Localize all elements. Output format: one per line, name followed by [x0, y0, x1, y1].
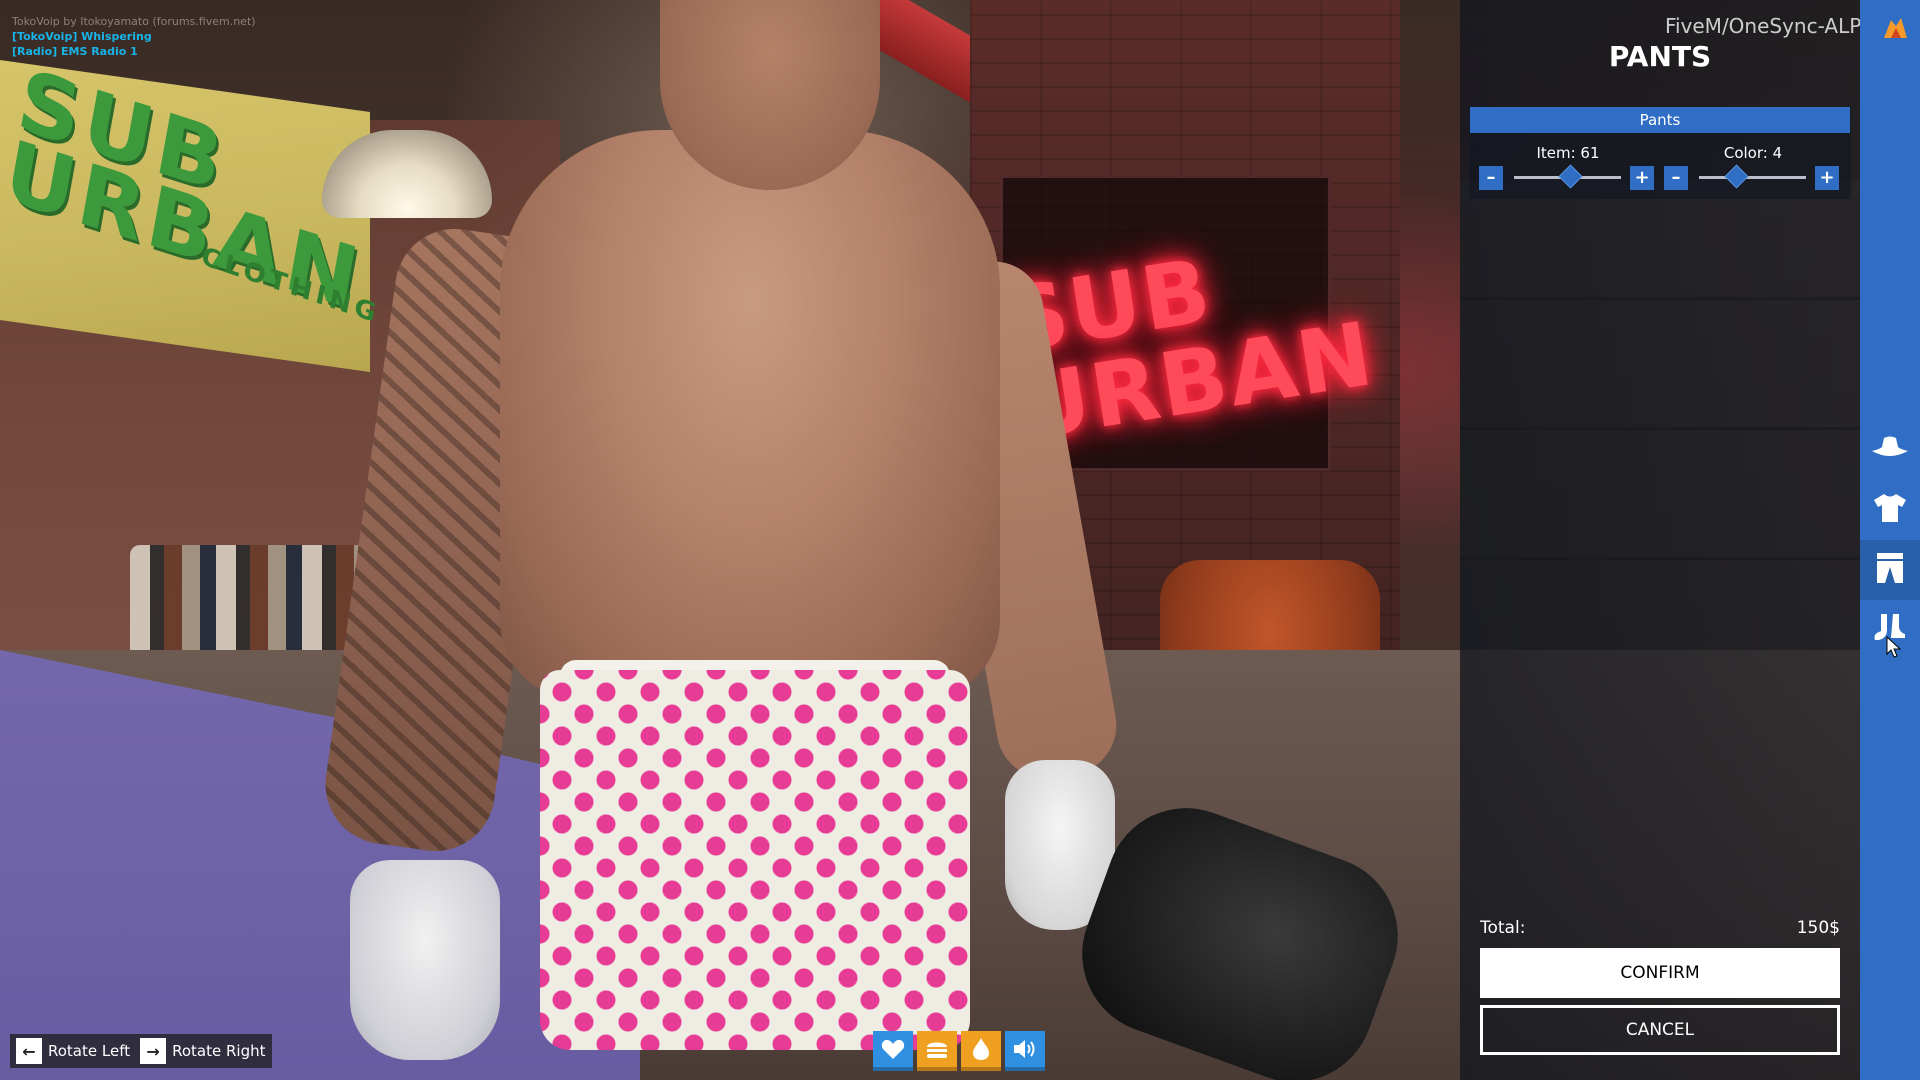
heart-boxers — [540, 670, 970, 1050]
mouse-cursor-icon — [1886, 635, 1902, 662]
tshirt-icon — [1872, 492, 1908, 528]
item-increase-button[interactable]: + — [1630, 166, 1654, 190]
cancel-button[interactable]: CANCEL — [1480, 1005, 1840, 1055]
suburban-banner: SUB URBAN CLOTHING — [0, 51, 382, 373]
category-pants[interactable] — [1860, 540, 1920, 600]
color-slider-track[interactable] — [1699, 176, 1806, 179]
voip-status: TokoVoip by Itokoyamato (forums.fivem.ne… — [12, 14, 256, 59]
voip-whispering: [TokoVoip] Whispering — [12, 30, 152, 43]
burger-icon — [917, 1031, 957, 1071]
total-value: 150$ — [1796, 918, 1840, 938]
category-hat[interactable] — [1860, 420, 1920, 480]
server-name: FiveM/OneSync-ALPHA — [1664, 14, 1890, 38]
category-shirt[interactable] — [1860, 480, 1920, 540]
voip-radio: [Radio] EMS Radio 1 — [12, 45, 138, 58]
rotate-controls: ← Rotate Left → Rotate Right — [10, 1034, 272, 1068]
color-increase-button[interactable]: + — [1815, 166, 1839, 190]
total-label: Total: — [1480, 918, 1526, 938]
confirm-button[interactable]: CONFIRM — [1480, 948, 1840, 998]
character-left-glove — [350, 860, 500, 1060]
water-drop-icon — [961, 1031, 1001, 1071]
rotate-left-control[interactable]: ← Rotate Left — [16, 1038, 130, 1064]
section-header: Pants — [1470, 107, 1850, 133]
color-label: Color: 4 — [1723, 144, 1783, 162]
item-decrease-button[interactable]: – — [1479, 166, 1503, 190]
heart-icon — [873, 1031, 913, 1071]
character-torso — [500, 130, 1000, 700]
arrow-right-key-icon: → — [140, 1038, 167, 1064]
arrow-left-key-icon: ← — [16, 1038, 42, 1064]
voip-credit: TokoVoip by Itokoyamato (forums.fivem.ne… — [12, 15, 256, 28]
pants-icon — [1874, 551, 1906, 589]
status-hotbar — [873, 1031, 1045, 1071]
panel-title: PANTS — [1608, 40, 1712, 73]
fivem-logo-icon — [1880, 14, 1910, 42]
rotate-right-control[interactable]: → Rotate Right — [140, 1038, 266, 1064]
item-label: Item: 61 — [1536, 144, 1600, 162]
rotate-left-label: Rotate Left — [48, 1042, 131, 1060]
color-decrease-button[interactable]: – — [1664, 166, 1688, 190]
hat-icon — [1870, 435, 1910, 465]
speaker-icon — [1005, 1031, 1045, 1071]
rotate-right-label: Rotate Right — [172, 1042, 266, 1060]
